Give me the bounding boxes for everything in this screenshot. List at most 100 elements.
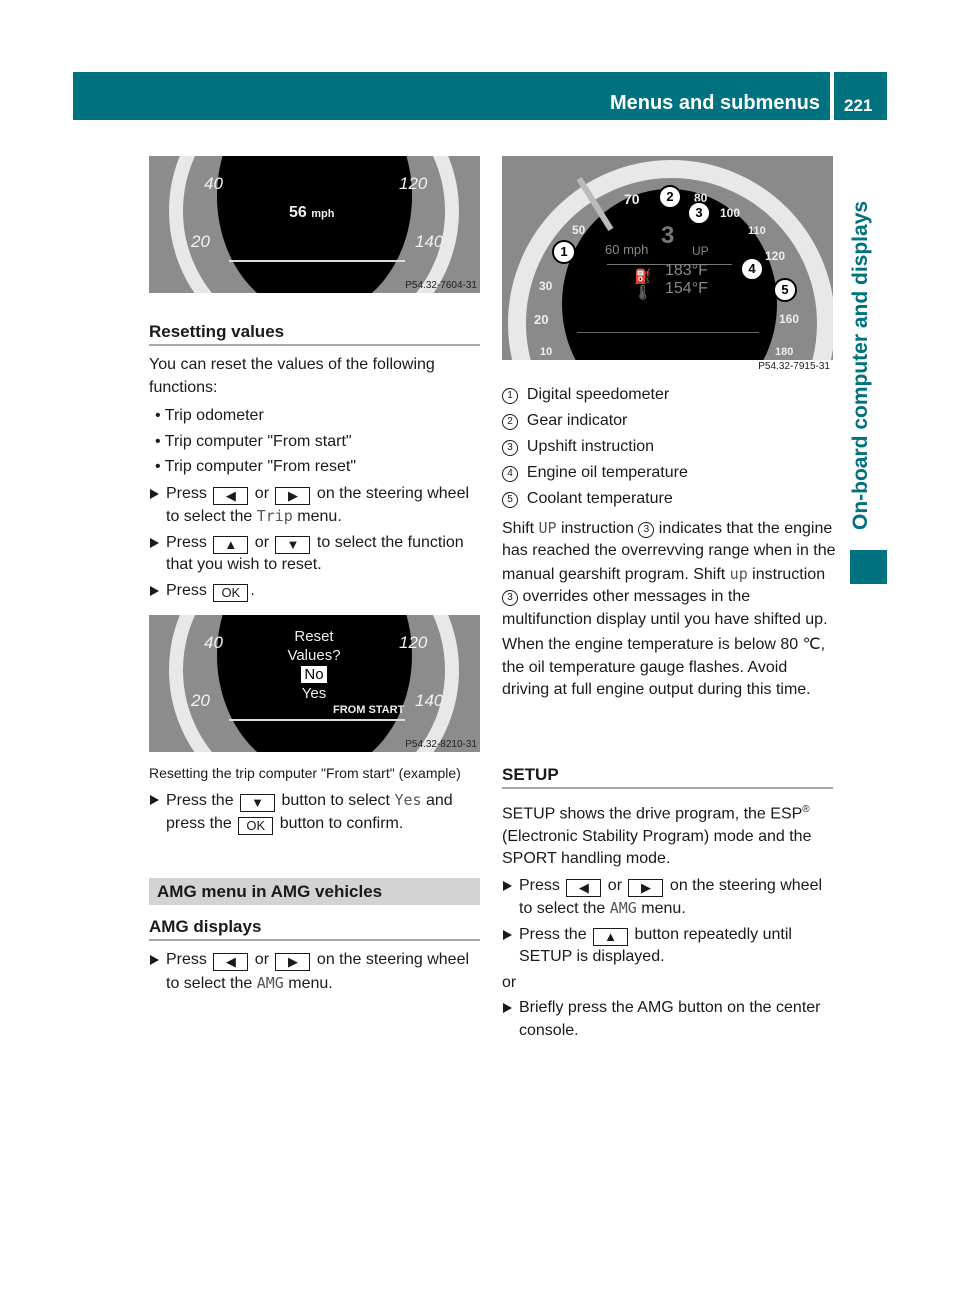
key-symbol: ◀ (213, 486, 249, 505)
values-text: Values? (287, 647, 341, 664)
key-symbol: OK (238, 816, 274, 835)
instruction-step: Briefly press the AMG button on the cent… (502, 997, 837, 1042)
scale-label: 160 (779, 312, 800, 326)
figure-caption: Resetting the trip computer "From start"… (149, 765, 461, 781)
key-symbol: ▶ (275, 486, 311, 505)
callout-2: 2 (658, 185, 682, 209)
page-number: 221 (844, 96, 873, 115)
scale-label: 30 (539, 279, 553, 293)
instruction-step: Press ◀ or ▶ on the steering wheel to se… (149, 949, 484, 995)
scale-label: 20 (534, 312, 549, 327)
section-tab-label: On-board computer and displays (849, 200, 872, 530)
legend-label: Digital speedometer (526, 386, 670, 403)
legend-item: 4 Engine oil temperature (502, 462, 837, 485)
coolant-icon: 🌡 (634, 284, 652, 300)
mode-text: FROM START (333, 704, 405, 716)
scale-label: 20 (191, 232, 210, 251)
section-bar-amg: AMG menu in AMG vehicles (149, 878, 480, 905)
legend-number: 3 (502, 440, 518, 456)
legend-label: Engine oil temperature (526, 464, 688, 481)
display-text: AMG (256, 973, 284, 992)
option-no: No (301, 666, 327, 683)
speed-value: 56 (289, 204, 307, 221)
callout-3: 3 (687, 201, 711, 225)
bullet-text: Trip computer "From start" (164, 432, 352, 450)
figure-amg-display: 70 50 30 20 10 80 100 110 120 160 180 60… (502, 156, 833, 360)
legend-label: Coolant temperature (526, 490, 673, 507)
display-text: up (729, 564, 748, 583)
scale-label: 40 (204, 174, 223, 193)
bullet-text: Trip odometer (164, 407, 264, 424)
key-symbol: ▼ (275, 535, 311, 554)
scale-label: 180 (775, 346, 794, 358)
key-symbol: ◀ (213, 953, 249, 971)
bullet-item: • Trip odometer (155, 407, 264, 424)
section-tab-marker (850, 550, 887, 584)
instruction-step: Press OK. (149, 580, 484, 603)
instruction-step: Press ▲ or ▼ to select the function that… (149, 532, 484, 577)
section-tab: On-board computer and displays (846, 170, 876, 530)
shift-paragraph: Shift UP instruction 3 indicates that th… (502, 518, 836, 628)
key-symbol: ▲ (213, 535, 249, 554)
heading-setup: SETUP (502, 765, 559, 784)
confirm-section: Press the ▼ button to select Yes and pre… (149, 789, 484, 838)
divider (149, 344, 480, 346)
oil-icon: ⛽ (634, 268, 652, 284)
oil-temperature: 183°F (665, 262, 708, 279)
scale-label: 100 (720, 206, 741, 220)
setup-intro: SETUP shows the drive program, the ESP® … (502, 804, 812, 868)
scale-label: 140 (415, 232, 444, 251)
legend-item: 5 Coolant temperature (502, 488, 837, 511)
header-title: Menus and submenus (609, 92, 820, 114)
legend-number: 4 (502, 466, 518, 482)
scale-label: 40 (204, 633, 223, 652)
scale-label: 140 (415, 691, 444, 710)
key-symbol: ▲ (593, 927, 629, 946)
display-text: Trip (256, 507, 293, 525)
key-symbol: ▶ (275, 953, 311, 971)
section-title: AMG menu in AMG vehicles (157, 882, 383, 901)
registered-mark: ® (802, 804, 810, 815)
figure-reset-values: 40 20 120 140 Reset Values? No Yes FROM … (149, 615, 480, 752)
legend-label: Gear indicator (526, 412, 628, 429)
instruction-step: Press the ▼ button to select Yes and pre… (149, 789, 484, 835)
page-number-box: 221 (834, 72, 887, 120)
display-text: Yes (394, 791, 422, 809)
key-symbol: ▶ (628, 878, 664, 897)
figure-ref: P54.32-7915-31 (758, 361, 830, 372)
divider (502, 787, 833, 789)
instruction-step: Press ◀ or ▶ on the steering wheel to se… (149, 483, 484, 529)
gear-indicator: 3 (661, 222, 675, 249)
heading-amg-displays: AMG displays (149, 917, 262, 936)
legend-label: Upshift instruction (526, 438, 655, 455)
upshift-indicator: UP (692, 244, 709, 258)
intro-text: You can reset the values of the followin… (149, 356, 435, 396)
amg-section: Press ◀ or ▶ on the steering wheel to se… (149, 949, 484, 998)
callout-ref: 3 (502, 590, 518, 606)
legend-item: 3 Upshift instruction (502, 436, 837, 459)
scale-label: 120 (399, 633, 428, 652)
display-text: UP (538, 518, 557, 537)
scale-label: 120 (765, 249, 786, 263)
key-symbol: OK (213, 583, 249, 602)
coolant-temperature: 154°F (665, 280, 708, 297)
divider (149, 939, 480, 941)
scale-label: 10 (540, 346, 553, 358)
figure-speedometer: 40 20 120 140 56 mph P54.32-7604-31 (149, 156, 480, 293)
callout-1: 1 (552, 240, 576, 264)
figure-ref: P54.32-8210-31 (405, 739, 477, 750)
speed-unit: mph (311, 208, 335, 220)
callout-4: 4 (740, 257, 764, 281)
digital-speed: 60 mph (605, 242, 649, 257)
heading-resetting-values: Resetting values (149, 322, 285, 341)
legend-item: 2 Gear indicator (502, 410, 837, 433)
callout-5: 5 (773, 278, 797, 302)
legend-item: 1 Digital speedometer (502, 384, 837, 407)
manual-page: Menus and submenus 221 On-board computer… (0, 0, 960, 1302)
setup-section: SETUP shows the drive program, the ESP® … (502, 799, 837, 1045)
scale-label: 20 (191, 691, 210, 710)
display-text: AMG (609, 899, 637, 918)
or-text: or (502, 973, 517, 991)
key-symbol: ◀ (566, 878, 602, 897)
resetting-section: You can reset the values of the followin… (149, 354, 484, 605)
